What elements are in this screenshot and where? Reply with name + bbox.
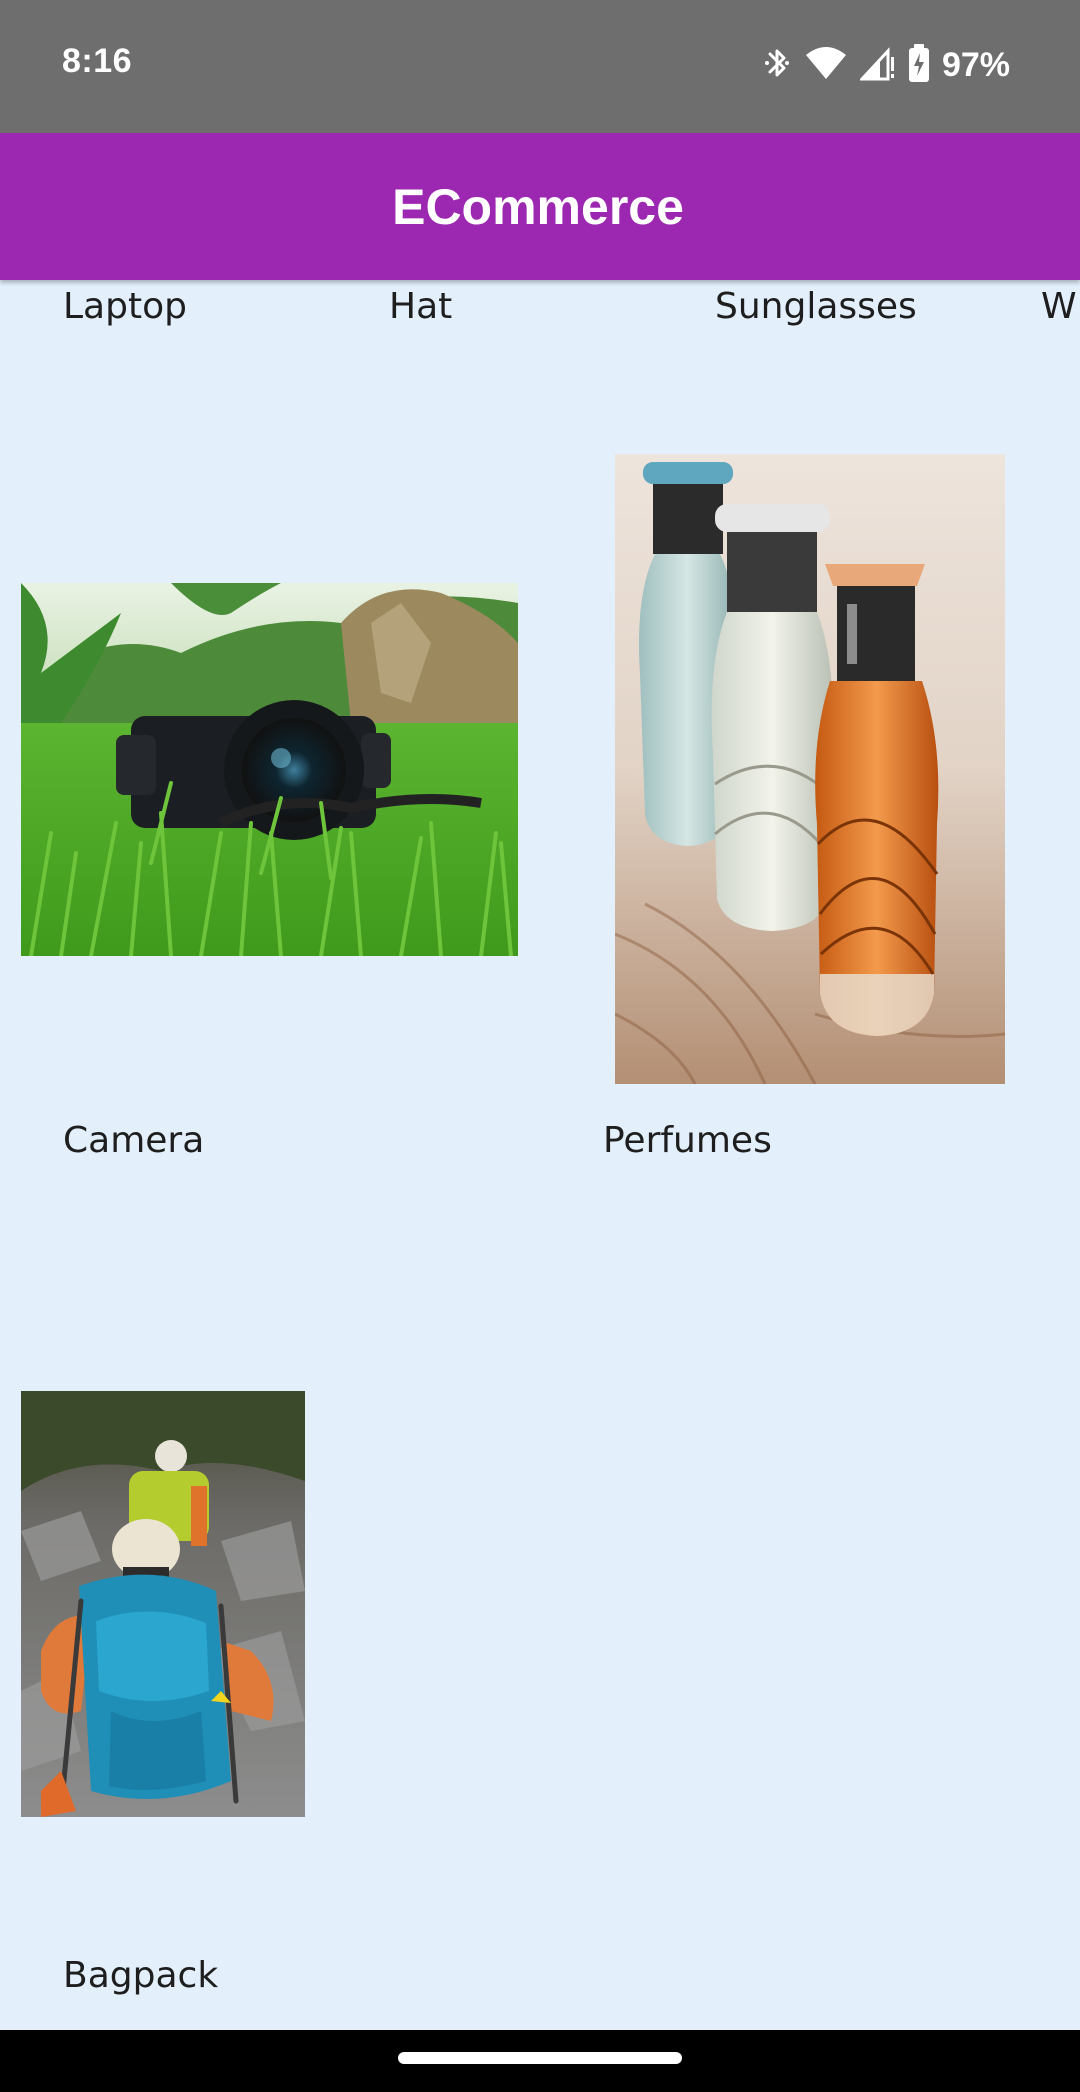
category-laptop[interactable]: Laptop [63, 286, 187, 327]
battery-percent: 97% [941, 45, 1010, 84]
cell-signal-icon [858, 45, 896, 85]
category-partial[interactable]: W [1041, 286, 1077, 327]
navigation-bar [0, 2030, 1080, 2092]
status-icons: 97% [762, 40, 1010, 90]
perfumes-image[interactable] [615, 454, 1005, 1084]
category-hat[interactable]: Hat [389, 286, 452, 327]
category-sunglasses[interactable]: Sunglasses [715, 286, 917, 327]
product-name-bagpack[interactable]: Bagpack [63, 1955, 218, 1996]
app-title: ECommerce [392, 178, 684, 235]
status-bar: 8:16 97% [0, 0, 1080, 133]
bagpack-image[interactable] [21, 1391, 305, 1817]
product-name-camera[interactable]: Camera [63, 1120, 204, 1161]
wifi-icon [804, 45, 848, 85]
camera-image[interactable] [21, 583, 518, 956]
status-time: 8:16 [62, 42, 133, 80]
bluetooth-icon [762, 43, 792, 87]
product-list[interactable]: Laptop Hat Sunglasses W Camera Perfumes … [0, 280, 1080, 2030]
app-bar: ECommerce [0, 133, 1080, 280]
home-handle[interactable] [398, 2052, 682, 2064]
product-name-perfumes[interactable]: Perfumes [603, 1120, 772, 1161]
battery-charging-icon [908, 43, 930, 87]
